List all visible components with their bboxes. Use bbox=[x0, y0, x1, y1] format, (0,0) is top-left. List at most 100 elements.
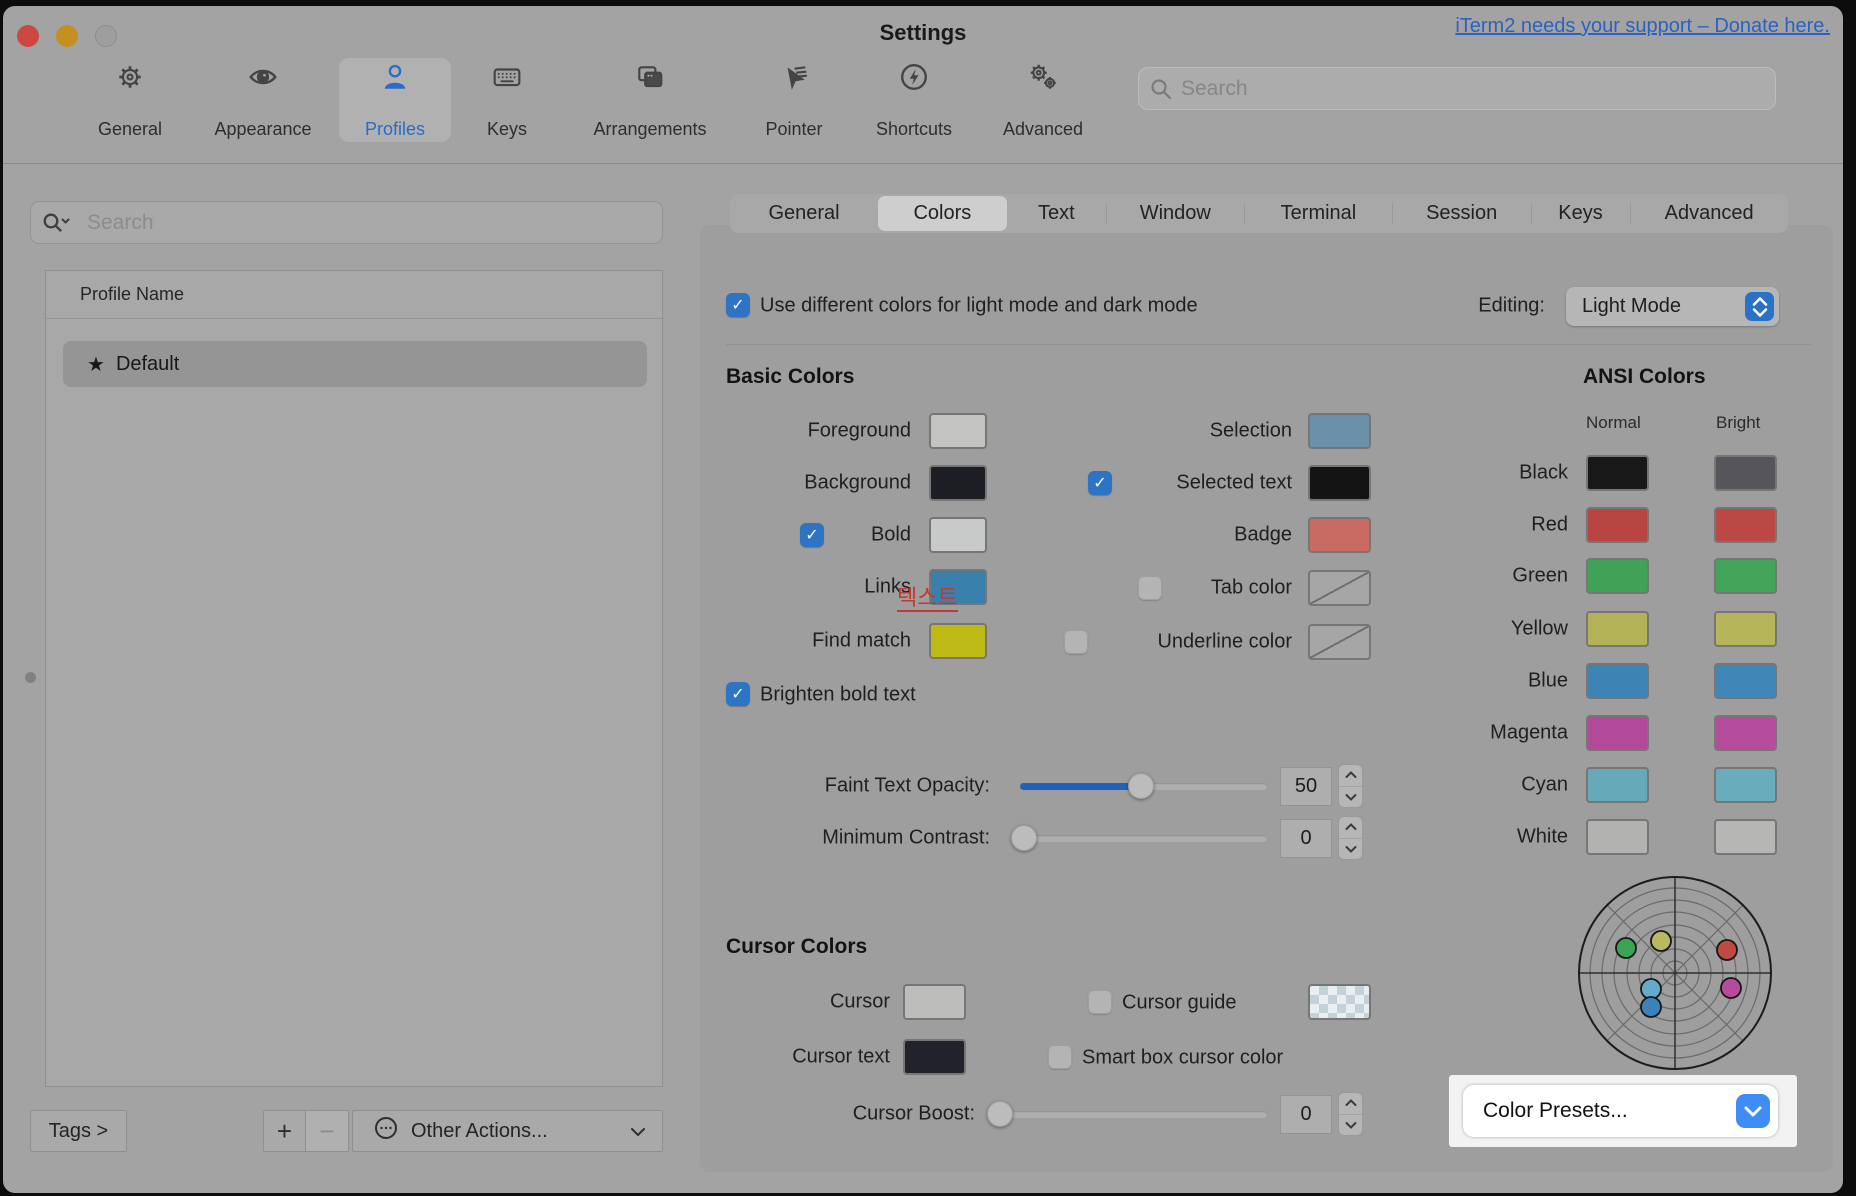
wheel-dot-red bbox=[1717, 940, 1737, 960]
bold-well[interactable] bbox=[929, 517, 987, 553]
other-actions-button[interactable]: Other Actions... bbox=[352, 1110, 663, 1152]
find-match-well[interactable] bbox=[929, 623, 987, 659]
toolbar-item-arrangements[interactable]: Arrangements bbox=[575, 58, 725, 142]
tab-advanced[interactable]: Advanced bbox=[1630, 194, 1788, 233]
stepper-down-icon[interactable] bbox=[1339, 839, 1362, 860]
search-icon bbox=[1149, 77, 1173, 106]
bolt-icon bbox=[899, 62, 929, 97]
cursor-colors-heading: Cursor Colors bbox=[726, 935, 867, 959]
add-profile-button[interactable]: + bbox=[264, 1111, 306, 1151]
cursor-boost-label: Cursor Boost: bbox=[853, 1103, 975, 1126]
toolbar-divider bbox=[3, 163, 1843, 164]
tab-general[interactable]: General bbox=[730, 194, 878, 233]
ansi-normal-header: Normal bbox=[1586, 413, 1641, 433]
cursor-guide-checkbox[interactable] bbox=[1088, 990, 1112, 1014]
gear-icon bbox=[115, 62, 145, 97]
profile-row-default[interactable]: ★ Default bbox=[63, 341, 647, 387]
tags-button[interactable]: Tags > bbox=[30, 1110, 127, 1152]
ansi-magenta-bright-well[interactable] bbox=[1714, 715, 1777, 751]
brighten-bold-checkbox[interactable]: ✓ bbox=[726, 682, 750, 706]
cursor-icon bbox=[779, 62, 809, 97]
smart-box-checkbox[interactable] bbox=[1048, 1045, 1072, 1069]
ansi-blue-bright-well[interactable] bbox=[1714, 663, 1777, 699]
ellipsis-circle-icon bbox=[373, 1115, 399, 1147]
bold-label: Bold bbox=[871, 524, 911, 547]
ansi-yellow-bright-well[interactable] bbox=[1714, 611, 1777, 647]
stepper-down-icon[interactable] bbox=[1339, 787, 1362, 808]
editing-mode-value: Light Mode bbox=[1582, 295, 1681, 318]
profile-tabs: General Colors Text Window Terminal Sess… bbox=[730, 194, 1788, 233]
underline-color-well[interactable] bbox=[1308, 624, 1371, 660]
selected-text-well[interactable] bbox=[1308, 465, 1371, 501]
toolbar-item-profiles[interactable]: Profiles bbox=[339, 58, 451, 142]
tab-window[interactable]: Window bbox=[1106, 194, 1244, 233]
cursor-text-well[interactable] bbox=[903, 1039, 966, 1075]
stepper-up-icon[interactable] bbox=[1339, 817, 1362, 839]
toolbar-item-general[interactable]: General bbox=[74, 58, 186, 142]
ansi-label-green: Green bbox=[1512, 565, 1568, 588]
min-contrast-thumb[interactable] bbox=[1011, 825, 1037, 851]
tab-color-label: Tab color bbox=[1211, 577, 1292, 600]
tab-session[interactable]: Session bbox=[1392, 194, 1530, 233]
min-contrast-stepper[interactable] bbox=[1338, 816, 1363, 860]
search-filter-icon[interactable] bbox=[41, 211, 75, 240]
tab-colors[interactable]: Colors bbox=[878, 196, 1007, 231]
selected-text-checkbox[interactable]: ✓ bbox=[1088, 471, 1112, 495]
ansi-black-bright-well[interactable] bbox=[1714, 455, 1777, 491]
tab-terminal[interactable]: Terminal bbox=[1244, 194, 1392, 233]
tab-text[interactable]: Text bbox=[1007, 194, 1106, 233]
ansi-cyan-bright-well[interactable] bbox=[1714, 767, 1777, 803]
profile-search-input[interactable] bbox=[30, 201, 663, 244]
selection-well[interactable] bbox=[1308, 413, 1371, 449]
foreground-well[interactable] bbox=[929, 413, 987, 449]
bold-checkbox[interactable]: ✓ bbox=[800, 523, 824, 547]
badge-well[interactable] bbox=[1308, 517, 1371, 553]
ansi-red-bright-well[interactable] bbox=[1714, 507, 1777, 543]
tab-color-checkbox[interactable] bbox=[1138, 576, 1162, 600]
remove-profile-button[interactable]: − bbox=[306, 1111, 348, 1151]
cursor-boost-thumb[interactable] bbox=[987, 1101, 1013, 1127]
toolbar-item-shortcuts[interactable]: Shortcuts bbox=[849, 58, 979, 142]
color-presets-button[interactable]: Color Presets... bbox=[1463, 1085, 1778, 1137]
ansi-white-bright-well[interactable] bbox=[1714, 819, 1777, 855]
toolbar-item-keys[interactable]: Keys bbox=[451, 58, 563, 142]
toolbar-item-pointer[interactable]: Pointer bbox=[734, 58, 854, 142]
ansi-blue-normal-well[interactable] bbox=[1586, 663, 1649, 699]
ansi-magenta-normal-well[interactable] bbox=[1586, 715, 1649, 751]
ansi-green-bright-well[interactable] bbox=[1714, 558, 1777, 594]
toolbar-item-appearance[interactable]: Appearance bbox=[193, 58, 333, 142]
ansi-white-normal-well[interactable] bbox=[1586, 819, 1649, 855]
ansi-yellow-normal-well[interactable] bbox=[1586, 611, 1649, 647]
badge-label: Badge bbox=[1234, 524, 1292, 547]
different-colors-checkbox[interactable]: ✓ bbox=[726, 293, 750, 317]
ansi-black-normal-well[interactable] bbox=[1586, 455, 1649, 491]
cursor-boost-slider[interactable] bbox=[995, 1111, 1267, 1118]
stepper-up-icon[interactable] bbox=[1339, 1093, 1362, 1115]
donate-link[interactable]: iTerm2 needs your support – Donate here. bbox=[1455, 15, 1830, 38]
stepper-down-icon[interactable] bbox=[1339, 1115, 1362, 1136]
faint-opacity-value[interactable]: 50 bbox=[1280, 767, 1332, 806]
cursor-boost-stepper[interactable] bbox=[1338, 1092, 1363, 1136]
cursor-boost-value[interactable]: 0 bbox=[1280, 1095, 1332, 1134]
toolbar-item-label: General bbox=[98, 119, 162, 140]
smart-box-label: Smart box cursor color bbox=[1082, 1047, 1283, 1070]
ansi-cyan-normal-well[interactable] bbox=[1586, 767, 1649, 803]
underline-color-checkbox[interactable] bbox=[1064, 630, 1088, 654]
ansi-bright-header: Bright bbox=[1716, 413, 1760, 433]
toolbar-search-input[interactable] bbox=[1138, 67, 1776, 110]
tab-color-well[interactable] bbox=[1308, 570, 1371, 606]
cursor-guide-well[interactable] bbox=[1308, 984, 1371, 1020]
background-well[interactable] bbox=[929, 465, 987, 501]
cursor-well[interactable] bbox=[903, 984, 966, 1020]
stepper-up-icon[interactable] bbox=[1339, 765, 1362, 787]
ansi-green-normal-well[interactable] bbox=[1586, 558, 1649, 594]
faint-opacity-thumb[interactable] bbox=[1128, 773, 1154, 799]
different-colors-label: Use different colors for light mode and … bbox=[760, 295, 1198, 318]
toolbar-item-advanced[interactable]: Advanced bbox=[978, 58, 1108, 142]
min-contrast-slider[interactable] bbox=[1020, 835, 1267, 842]
ansi-red-normal-well[interactable] bbox=[1586, 507, 1649, 543]
min-contrast-value[interactable]: 0 bbox=[1280, 819, 1332, 858]
tab-keys[interactable]: Keys bbox=[1531, 194, 1630, 233]
editing-mode-popup[interactable]: Light Mode bbox=[1566, 287, 1779, 326]
faint-opacity-stepper[interactable] bbox=[1338, 764, 1363, 808]
